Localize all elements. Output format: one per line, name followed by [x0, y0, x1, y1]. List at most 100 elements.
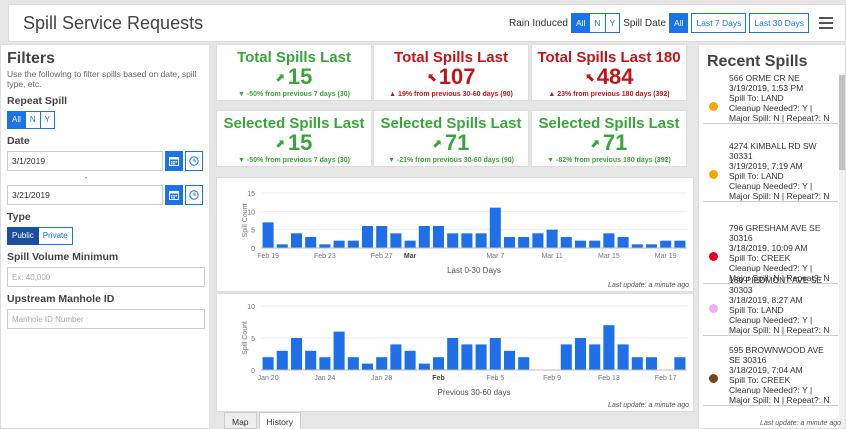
- chart-bar: [660, 240, 672, 248]
- metric-change: ▲ 19% from previous 30-60 days (90): [389, 91, 513, 99]
- spill-volume-input[interactable]: Ex: 40,000: [7, 267, 205, 287]
- rain-n-button[interactable]: N: [590, 13, 606, 33]
- spill-date-toggle: All Last 7 Days Last 30 Days: [669, 13, 809, 33]
- chart-bar: [262, 357, 274, 370]
- filters-panel: Filters Use the following to filter spil…: [0, 44, 210, 429]
- recent-spills-panel: Recent Spills 566 ORME CR NE 3/19/2019, …: [698, 44, 846, 429]
- date-label: Date: [7, 135, 30, 147]
- chart-bar: [461, 233, 473, 248]
- rain-y-button[interactable]: Y: [605, 13, 621, 33]
- hamburger-menu-icon[interactable]: [819, 17, 833, 29]
- spill-list-item[interactable]: 566 ORME CR NE 3/19/2019, 1:53 PM Spill …: [703, 73, 838, 124]
- chart-bar: [319, 244, 331, 248]
- repeat-n-button[interactable]: N: [25, 111, 41, 129]
- manhole-id-label: Upstream Manhole ID: [7, 293, 115, 305]
- chart-bar: [518, 357, 530, 370]
- chart-bar: [404, 240, 416, 248]
- chart-bar: [475, 233, 487, 248]
- metric-value-row: ➡15: [217, 132, 371, 155]
- spill-date-label: Spill Date: [623, 17, 667, 29]
- recent-update-text: Last update: a minute ago: [760, 420, 841, 427]
- type-private-button[interactable]: Private: [38, 227, 73, 245]
- tab-map[interactable]: Map: [224, 412, 257, 429]
- spill-list-item[interactable]: 595 BROWNWOOD AVE SE 30316 3/18/2019, 7:…: [703, 345, 838, 406]
- chart-bar: [532, 233, 544, 248]
- spill-details: 4274 KIMBALL RD SW 30331 3/19/2019, 7:19…: [729, 141, 830, 201]
- spill-status-dot-icon: [709, 252, 718, 261]
- recent-spills-scrollbar[interactable]: [839, 73, 845, 428]
- repeat-y-button[interactable]: Y: [40, 111, 56, 129]
- chart-bar: [333, 331, 345, 370]
- filters-title: Filters: [7, 50, 56, 67]
- spill-volume-label: Spill Volume Minimum: [7, 251, 119, 263]
- spill-details: 160 PIEDMONT AVE SE 30303 3/18/2019, 8:2…: [729, 275, 830, 335]
- x-tick-label: Feb: [432, 375, 444, 382]
- chart-bar: [503, 350, 516, 370]
- x-axis-label: Previous 30-60 days: [438, 388, 511, 397]
- chart-bar: [305, 237, 317, 248]
- metric-value: 15: [287, 130, 313, 155]
- chart-bar: [447, 233, 459, 248]
- date-last-30-button[interactable]: Last 30 Days: [749, 13, 809, 33]
- x-tick-label: Jan 28: [371, 375, 392, 382]
- x-tick-label: Mar 19: [655, 253, 677, 260]
- chart-last-0-30-days: 0 5 10 15 Spill Count Feb 19 Feb 23 Feb 27 Mar Ma…: [216, 177, 694, 292]
- app-title: Spill Service Requests: [23, 12, 204, 33]
- chart-bar: [603, 233, 615, 248]
- repeat-all-button[interactable]: All: [7, 111, 26, 129]
- x-tick-label: Feb 5: [486, 375, 504, 382]
- chart-update-text: Last update: a minute ago: [608, 282, 689, 289]
- x-tick-label: Feb 17: [655, 375, 677, 382]
- x-tick-label: Mar 7: [486, 253, 504, 260]
- chart-bar: [489, 338, 501, 370]
- metric-card: Total Spills Last 180 ➡484 ▲ 23% from prev…: [531, 44, 687, 101]
- metric-value-row: ➡484: [532, 66, 686, 89]
- spill-details: 566 ORME CR NE 3/19/2019, 1:53 PM Spill …: [729, 73, 830, 123]
- date-all-button[interactable]: All: [669, 13, 689, 33]
- calendar-icon[interactable]: [165, 151, 184, 171]
- metric-value-row: ➡71: [532, 132, 686, 155]
- chart-bar: [262, 222, 274, 248]
- chart-bar: [432, 357, 445, 370]
- metric-card: Selected Spills Last ➡71 ▼ -82% from previ…: [531, 110, 687, 167]
- repeat-spill-toggle: All N Y: [7, 111, 203, 129]
- x-tick-label: Jan 20: [258, 375, 279, 382]
- metric-card: Total Spills Last ➡107 ▲ 19% from previous…: [373, 44, 529, 101]
- chart-previous-30-60-days: 0 5 10 Spill Count Jan 20 Jan 24 Jan 28 Feb Feb …: [216, 293, 694, 412]
- rain-induced-label: Rain Induced: [509, 17, 568, 29]
- y-tick-label: 5: [251, 336, 255, 343]
- metric-value: 15: [287, 64, 313, 89]
- clock-icon[interactable]: [185, 151, 204, 171]
- chart-bar: [631, 244, 643, 248]
- chart-bar: [518, 237, 530, 248]
- rain-all-button[interactable]: All: [570, 13, 591, 33]
- chart-bar: [674, 357, 686, 370]
- chart-bar: [645, 357, 658, 370]
- manhole-id-input[interactable]: Manhole ID Number: [7, 309, 205, 329]
- metric-change: ▼ -21% from previous 30-60 days (90): [388, 157, 514, 165]
- chart-bar: [319, 357, 331, 370]
- type-public-button[interactable]: Public: [7, 227, 39, 245]
- spill-details: 796 GRESHAM AVE SE 30316 3/18/2019, 10:0…: [729, 223, 830, 283]
- date-from-input[interactable]: 3/1/2019: [7, 151, 164, 171]
- chart-bar: [333, 240, 345, 248]
- spill-list-item[interactable]: 160 PIEDMONT AVE SE 30303 3/18/2019, 8:2…: [703, 275, 838, 336]
- date-last-7-button[interactable]: Last 7 Days: [691, 13, 747, 33]
- x-tick-label: Mar: [404, 253, 417, 260]
- chart-bar: [347, 240, 359, 248]
- clock-icon[interactable]: [185, 185, 204, 205]
- date-to-input[interactable]: 3/21/2019: [7, 185, 164, 205]
- spill-status-dot-icon: [709, 102, 718, 111]
- chart-bar: [617, 237, 629, 248]
- spill-list-item[interactable]: 4274 KIMBALL RD SW 30331 3/19/2019, 7:19…: [703, 141, 838, 202]
- tab-history[interactable]: History: [258, 412, 301, 429]
- bar-chart-last-30-days: 051015Spill CountFeb 19 Feb 23 Feb 27 Mar Ma…: [242, 191, 687, 275]
- type-label: Type: [7, 211, 31, 223]
- spill-status-dot-icon: [709, 374, 718, 383]
- spill-details: 595 BROWNWOOD AVE SE 30316 3/18/2019, 7:…: [729, 345, 830, 405]
- x-tick-label: Feb 27: [371, 253, 393, 260]
- chart-bar: [290, 233, 303, 248]
- calendar-icon[interactable]: [165, 185, 184, 205]
- chart-bar: [574, 240, 587, 248]
- metric-value: 71: [444, 130, 470, 155]
